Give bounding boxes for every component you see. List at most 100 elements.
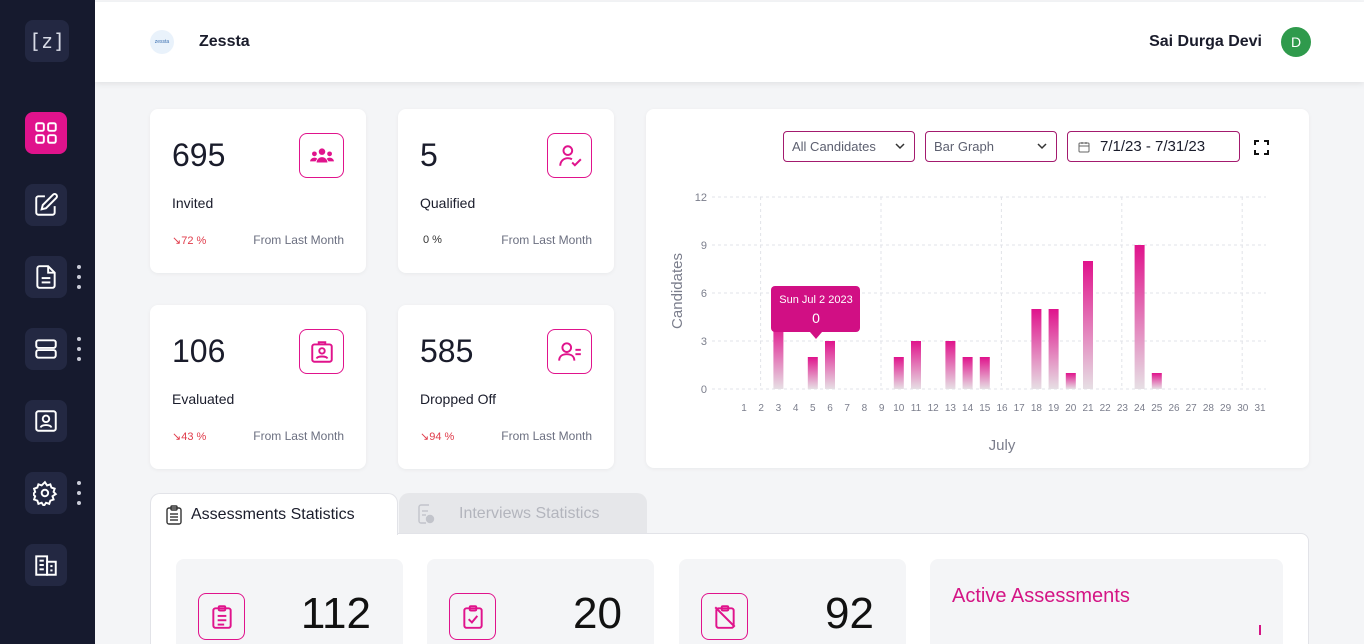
x-tick-label: 31 xyxy=(1254,403,1266,414)
x-tick-label: 25 xyxy=(1151,403,1163,414)
stat-value: 112 xyxy=(300,589,371,638)
stat-icon-box xyxy=(299,133,344,178)
y-tick-label: 0 xyxy=(701,384,707,396)
y-tick-label: 6 xyxy=(701,288,707,300)
x-tick-label: 2 xyxy=(758,403,764,414)
tab-interviews-statistics[interactable]: Interviews Statistics xyxy=(399,493,647,535)
users-group-icon xyxy=(309,147,334,162)
clipboard-icon xyxy=(166,505,182,525)
chart-bar[interactable] xyxy=(979,357,990,389)
sidebar-item-edit[interactable] xyxy=(25,184,67,226)
stat-change: ↘72 % xyxy=(172,235,207,247)
x-tick-label: 7 xyxy=(844,403,850,414)
stat-value: 5 xyxy=(420,137,438,173)
x-tick-label: 17 xyxy=(1014,403,1026,414)
chart-bar[interactable] xyxy=(1151,373,1162,389)
stat-period: From Last Month xyxy=(501,233,592,247)
x-tick-label: 5 xyxy=(810,403,816,414)
tab-label: Interviews Statistics xyxy=(459,505,600,522)
y-tick-label: 12 xyxy=(695,192,707,204)
chart-bar[interactable] xyxy=(893,357,904,389)
user-minus-icon xyxy=(557,341,581,361)
tooltip-date: Sun Jul 2 2023 xyxy=(779,294,852,306)
active-assessments-card: Active Assessments xyxy=(930,559,1283,644)
servers-menu-button[interactable] xyxy=(75,337,83,361)
app-frame: [z] zessta Zessta Sai Durga Devi D 695 I… xyxy=(0,0,1364,644)
sidebar-item-documents[interactable] xyxy=(25,256,67,298)
x-tick-label: 13 xyxy=(945,403,957,414)
chart-bar[interactable] xyxy=(1048,309,1059,389)
x-tick-label: 21 xyxy=(1082,403,1094,414)
stat-icon-box xyxy=(198,593,245,640)
stat-value: 92 xyxy=(825,589,874,638)
tab-assessments-statistics[interactable]: Assessments Statistics xyxy=(150,493,398,535)
x-tick-label: 18 xyxy=(1031,403,1043,414)
tooltip-value: 0 xyxy=(812,310,820,326)
id-badge-icon xyxy=(35,410,57,432)
stat-change: ↘94 % xyxy=(420,431,455,443)
documents-menu-button[interactable] xyxy=(75,265,83,289)
stat-period: From Last Month xyxy=(253,233,344,247)
assessment-stat-total: 112 xyxy=(176,559,403,644)
sidebar-item-candidate-profile[interactable] xyxy=(25,400,67,442)
stat-card-dropped-off: 585 Dropped Off ↘94 % From Last Month xyxy=(398,305,614,469)
clipboard-list-icon xyxy=(211,604,232,629)
x-tick-label: 4 xyxy=(793,403,799,414)
avatar[interactable]: D xyxy=(1281,27,1311,57)
stat-label: Invited xyxy=(172,195,214,211)
x-tick-label: 30 xyxy=(1237,403,1249,414)
chart-bar[interactable] xyxy=(945,341,956,389)
stat-label: Dropped Off xyxy=(420,391,497,407)
user-name[interactable]: Sai Durga Devi xyxy=(1149,33,1262,51)
stat-card-qualified: 5 Qualified 0 % From Last Month xyxy=(398,109,614,273)
clipboard-off-icon xyxy=(714,604,735,629)
stat-value: 585 xyxy=(420,333,474,369)
chart-bar[interactable] xyxy=(1031,309,1042,389)
chart-bar[interactable] xyxy=(911,341,921,389)
active-assessments-marker xyxy=(1259,625,1261,635)
building-icon xyxy=(35,555,57,576)
x-tick-label: 8 xyxy=(862,403,868,414)
stat-label: Qualified xyxy=(420,195,476,211)
x-tick-label: 20 xyxy=(1065,403,1077,414)
chart-bar[interactable] xyxy=(1065,373,1076,389)
sidebar-item-dashboard[interactable] xyxy=(25,112,67,154)
sidebar-item-settings[interactable] xyxy=(25,472,67,514)
sidebar-item-organization[interactable] xyxy=(25,544,67,586)
stat-icon-box xyxy=(299,329,344,374)
x-tick-label: 29 xyxy=(1220,403,1232,414)
chart-bar[interactable] xyxy=(1083,261,1093,389)
x-tick-label: 19 xyxy=(1048,403,1060,414)
chart-bar[interactable] xyxy=(807,357,818,389)
x-tick-label: 23 xyxy=(1117,403,1129,414)
stat-value: 695 xyxy=(172,137,226,173)
chart-bar[interactable] xyxy=(1134,245,1145,389)
x-tick-label: 16 xyxy=(996,403,1008,414)
brand-name: Zessta xyxy=(199,33,250,50)
stat-change: ↘43 % xyxy=(172,431,207,443)
sidebar-item-servers[interactable] xyxy=(25,328,67,370)
x-tick-label: 22 xyxy=(1100,403,1112,414)
id-card-icon xyxy=(310,340,333,363)
chart-bar[interactable] xyxy=(773,325,784,389)
chart-bar[interactable] xyxy=(825,341,835,389)
document-icon xyxy=(36,265,56,289)
stat-period: From Last Month xyxy=(253,429,344,443)
x-tick-label: 27 xyxy=(1186,403,1198,414)
x-tick-label: 1 xyxy=(741,403,747,414)
x-tick-label: 28 xyxy=(1203,403,1215,414)
x-tick-label: 12 xyxy=(928,403,940,414)
assessment-stat-completed: 20 xyxy=(427,559,654,644)
stat-icon-box xyxy=(701,593,748,640)
y-tick-label: 9 xyxy=(701,240,707,252)
interview-doc-icon xyxy=(418,504,435,524)
app-logo[interactable]: [z] xyxy=(25,20,69,62)
stat-card-evaluated: 106 Evaluated ↘43 % From Last Month xyxy=(150,305,366,469)
stat-value: 20 xyxy=(573,589,622,638)
chart-bar[interactable] xyxy=(962,357,973,389)
y-tick-label: 3 xyxy=(701,336,707,348)
chart-tooltip: Sun Jul 2 2023 0 xyxy=(771,286,860,339)
stat-icon-box xyxy=(449,593,496,640)
grid-icon xyxy=(35,122,57,144)
settings-menu-button[interactable] xyxy=(75,481,83,505)
